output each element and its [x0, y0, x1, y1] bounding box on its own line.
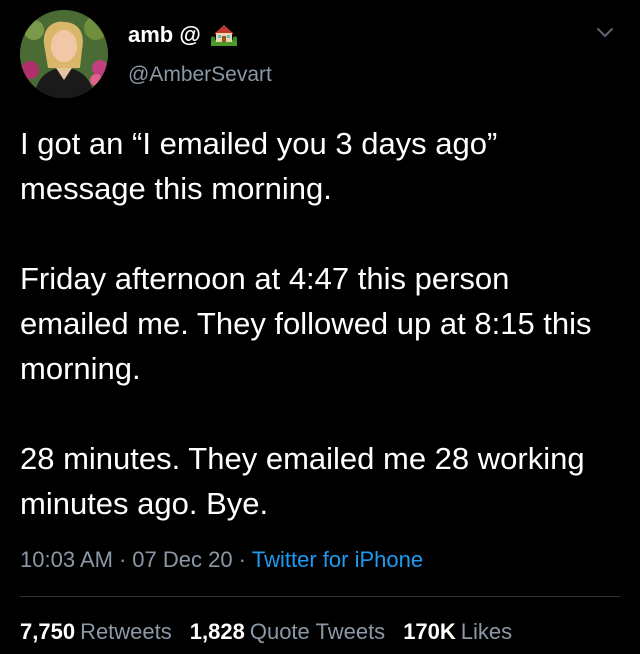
- quote-tweets-count: 1,828: [189, 619, 245, 644]
- tweet-paragraph: 28 minutes. They emailed me 28 working m…: [20, 441, 585, 521]
- user-handle[interactable]: @AmberSevart: [128, 62, 272, 88]
- display-name-text: amb @: [128, 22, 201, 47]
- chevron-down-icon[interactable]: [596, 26, 614, 40]
- separator: ·: [118, 547, 127, 572]
- tweet-paragraph: I got an “I emailed you 3 days ago” mess…: [20, 126, 498, 206]
- likes-stat[interactable]: 170K Likes: [403, 618, 512, 646]
- divider: [20, 596, 620, 597]
- quote-tweets-label: Quote Tweets: [249, 619, 386, 644]
- retweets-stat[interactable]: 7,750 Retweets: [20, 618, 172, 646]
- avatar[interactable]: [20, 10, 108, 98]
- tweet-text: I got an “I emailed you 3 days ago” mess…: [20, 121, 625, 526]
- likes-label: Likes: [460, 619, 513, 644]
- retweets-count: 7,750: [20, 619, 76, 644]
- house-with-garden-icon: [210, 25, 237, 46]
- quote-tweets-stat[interactable]: 1,828 Quote Tweets: [190, 618, 385, 646]
- retweets-label: Retweets: [80, 619, 172, 644]
- engagement-stats: 7,750 Retweets 1,828 Quote Tweets 170K Likes: [20, 618, 530, 646]
- tweet-time[interactable]: 10:03 AM: [20, 547, 113, 572]
- tweet-source-link[interactable]: Twitter for iPhone: [252, 547, 423, 572]
- tweet-date[interactable]: 07 Dec 20: [132, 547, 232, 572]
- profile-photo-icon: [20, 10, 108, 98]
- tweet-metadata: 10:03 AM · 07 Dec 20 · Twitter for iPhone: [20, 546, 423, 574]
- display-name[interactable]: amb @: [128, 21, 237, 49]
- tweet-paragraph: Friday afternoon at 4:47 this person ema…: [20, 261, 592, 386]
- separator: ·: [238, 547, 246, 572]
- likes-count: 170K: [403, 619, 456, 644]
